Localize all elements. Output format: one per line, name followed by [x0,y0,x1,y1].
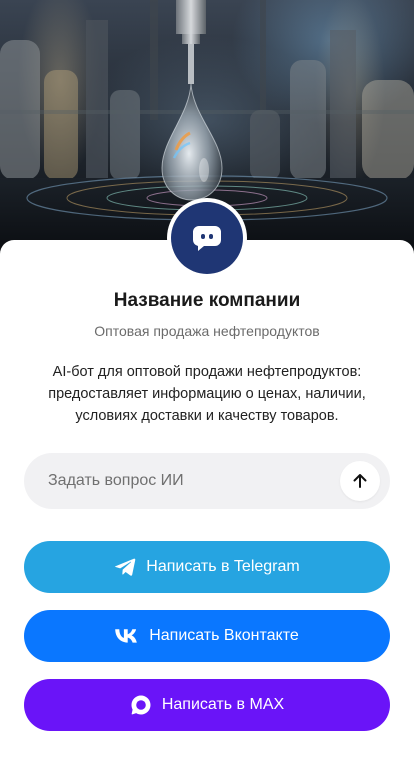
arrow-up-icon [353,474,367,488]
avatar-circle [171,202,243,274]
send-button[interactable] [340,461,380,501]
company-description: AI-бот для оптовой продажи нефтепродукто… [48,364,366,424]
telegram-button-label: Написать в Telegram [146,558,300,575]
vk-icon [115,629,139,643]
ask-ai-input[interactable] [48,472,318,490]
telegram-button[interactable]: Написать в Telegram [24,541,390,593]
max-button-label: Написать в MAX [161,696,285,713]
avatar [167,198,247,278]
chat-bubble-icon [192,226,221,251]
telegram-icon [114,557,136,577]
company-name: Название компании [113,290,301,311]
page: Название компании Оптовая продажа нефтеп… [0,0,414,770]
vk-button[interactable]: Написать Вконтакте [24,610,390,662]
vk-button-label: Написать Вконтакте [149,627,299,644]
company-subtitle: Оптовая продажа нефтепродуктов [94,323,320,339]
max-button[interactable]: Написать в MAX [24,679,390,731]
max-icon [130,694,152,716]
ask-ai-field[interactable] [24,453,390,509]
